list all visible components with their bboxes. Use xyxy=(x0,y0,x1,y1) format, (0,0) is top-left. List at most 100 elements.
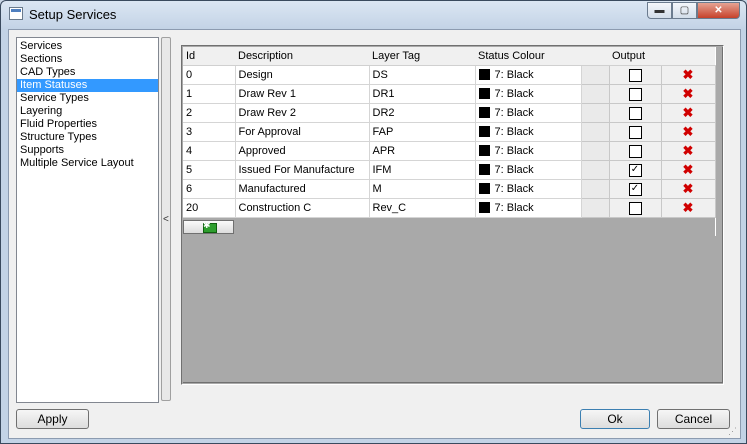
delete-row-icon[interactable]: ✖ xyxy=(683,162,694,177)
delete-row-icon[interactable]: ✖ xyxy=(683,124,694,139)
colour-picker-button[interactable] xyxy=(580,65,610,85)
cell-layer-tag[interactable]: M xyxy=(369,179,476,199)
add-status-button[interactable] xyxy=(183,220,234,234)
cell-delete: ✖ xyxy=(660,160,716,180)
delete-row-icon[interactable]: ✖ xyxy=(683,86,694,101)
cell-id[interactable]: 3 xyxy=(183,122,236,142)
cell-description[interactable]: Approved xyxy=(235,141,370,161)
cell-id[interactable]: 20 xyxy=(183,198,236,218)
category-list[interactable]: Services Sections CAD Types Item Statuses Se… xyxy=(16,37,159,403)
title-bar[interactable]: Setup Services ▬ ▢ ✕ xyxy=(1,1,746,29)
maximize-button[interactable]: ▢ xyxy=(672,2,697,19)
column-header-description[interactable]: Description xyxy=(235,47,369,66)
output-checkbox[interactable] xyxy=(628,201,642,215)
table-row[interactable]: 20 Construction C Rev_C 7: Black ✖ xyxy=(183,198,716,218)
delete-row-icon[interactable]: ✖ xyxy=(683,105,694,120)
table-row[interactable]: 2 Draw Rev 2 DR2 7: Black ✖ xyxy=(183,103,716,123)
collapse-splitter[interactable]: < xyxy=(161,37,171,401)
nav-item-sections[interactable]: Sections xyxy=(17,53,158,66)
colour-picker-button[interactable] xyxy=(580,198,610,218)
delete-row-icon[interactable]: ✖ xyxy=(683,200,694,215)
colour-picker-button[interactable] xyxy=(580,103,610,123)
cell-layer-tag[interactable]: Rev_C xyxy=(369,198,476,218)
delete-row-icon[interactable]: ✖ xyxy=(683,181,694,196)
cell-id[interactable]: 0 xyxy=(183,65,236,85)
cell-status-colour[interactable]: 7: Black xyxy=(475,160,582,180)
cell-layer-tag[interactable]: DR2 xyxy=(369,103,476,123)
nav-item-service-types[interactable]: Service Types xyxy=(17,92,158,105)
cell-layer-tag[interactable]: FAP xyxy=(369,122,476,142)
colour-picker-button[interactable] xyxy=(580,160,610,180)
table-row[interactable]: 0 Design DS 7: Black ✖ xyxy=(183,65,716,85)
cell-id[interactable]: 1 xyxy=(183,84,236,104)
cell-status-colour[interactable]: 7: Black xyxy=(475,198,582,218)
cell-description[interactable]: Design xyxy=(235,65,370,85)
colour-swatch xyxy=(478,69,490,80)
cell-description[interactable]: For Approval xyxy=(235,122,370,142)
colour-picker-button[interactable] xyxy=(580,141,610,161)
cell-description[interactable]: Issued For Manufacture xyxy=(235,160,370,180)
nav-item-supports[interactable]: Supports xyxy=(17,144,158,157)
table-row[interactable]: 6 Manufactured M 7: Black ✓ ✖ xyxy=(183,179,716,199)
delete-row-icon[interactable]: ✖ xyxy=(683,143,694,158)
cell-status-colour[interactable]: 7: Black xyxy=(475,141,582,161)
cell-output xyxy=(608,141,662,161)
output-checkbox[interactable]: ✓ xyxy=(628,182,642,196)
cell-delete: ✖ xyxy=(660,141,716,161)
cell-delete: ✖ xyxy=(660,65,716,85)
colour-picker-button[interactable] xyxy=(580,84,610,104)
nav-item-layering[interactable]: Layering xyxy=(17,105,158,118)
colour-picker-button[interactable] xyxy=(580,179,610,199)
table-row[interactable]: 4 Approved APR 7: Black ✖ xyxy=(183,141,716,161)
column-header-status-colour[interactable]: Status Colour xyxy=(475,47,609,66)
nav-item-multiple-service-layout[interactable]: Multiple Service Layout xyxy=(17,157,158,170)
table-row[interactable]: 5 Issued For Manufacture IFM 7: Black ✓ ✖ xyxy=(183,160,716,180)
cell-status-colour[interactable]: 7: Black xyxy=(475,122,582,142)
cell-id[interactable]: 5 xyxy=(183,160,236,180)
output-checkbox[interactable] xyxy=(628,125,642,139)
cell-description[interactable]: Manufactured xyxy=(235,179,370,199)
cell-layer-tag[interactable]: DR1 xyxy=(369,84,476,104)
cell-id[interactable]: 2 xyxy=(183,103,236,123)
column-header-id[interactable]: Id xyxy=(183,47,235,66)
cell-id[interactable]: 4 xyxy=(183,141,236,161)
apply-button[interactable]: Apply xyxy=(16,409,89,429)
colour-swatch xyxy=(478,183,490,194)
output-checkbox[interactable] xyxy=(628,68,642,82)
table-row[interactable]: 3 For Approval FAP 7: Black ✖ xyxy=(183,122,716,142)
caption-buttons: ▬ ▢ ✕ xyxy=(647,2,740,20)
nav-item-structure-types[interactable]: Structure Types xyxy=(17,131,158,144)
close-button[interactable]: ✕ xyxy=(697,2,740,19)
table-row[interactable]: 1 Draw Rev 1 DR1 7: Black ✖ xyxy=(183,84,716,104)
colour-picker-button[interactable] xyxy=(580,122,610,142)
resize-grip-icon[interactable]: ⋰ xyxy=(728,426,740,438)
output-checkbox[interactable] xyxy=(628,144,642,158)
column-header-output[interactable]: Output xyxy=(609,47,661,66)
cell-output xyxy=(608,103,662,123)
cell-description[interactable]: Construction C xyxy=(235,198,370,218)
cell-description[interactable]: Draw Rev 2 xyxy=(235,103,370,123)
cell-layer-tag[interactable]: IFM xyxy=(369,160,476,180)
cell-status-colour[interactable]: 7: Black xyxy=(475,84,582,104)
cell-status-colour[interactable]: 7: Black xyxy=(475,103,582,123)
delete-row-icon[interactable]: ✖ xyxy=(683,67,694,82)
cell-description[interactable]: Draw Rev 1 xyxy=(235,84,370,104)
cell-layer-tag[interactable]: APR xyxy=(369,141,476,161)
cell-id[interactable]: 6 xyxy=(183,179,236,199)
cell-delete: ✖ xyxy=(660,122,716,142)
cell-layer-tag[interactable]: DS xyxy=(369,65,476,85)
nav-item-cad-types[interactable]: CAD Types xyxy=(17,66,158,79)
nav-item-services[interactable]: Services xyxy=(17,40,158,53)
cancel-button[interactable]: Cancel xyxy=(657,409,730,429)
nav-item-item-statuses[interactable]: Item Statuses xyxy=(17,79,158,92)
colour-swatch xyxy=(478,164,490,175)
nav-item-fluid-properties[interactable]: Fluid Properties xyxy=(17,118,158,131)
minimize-button[interactable]: ▬ xyxy=(647,2,672,19)
output-checkbox[interactable] xyxy=(628,87,642,101)
cell-status-colour[interactable]: 7: Black xyxy=(475,179,582,199)
column-header-layer-tag[interactable]: Layer Tag xyxy=(369,47,475,66)
output-checkbox[interactable] xyxy=(628,106,642,120)
output-checkbox[interactable]: ✓ xyxy=(628,163,642,177)
cell-status-colour[interactable]: 7: Black xyxy=(475,65,582,85)
ok-button[interactable]: Ok xyxy=(580,409,650,429)
